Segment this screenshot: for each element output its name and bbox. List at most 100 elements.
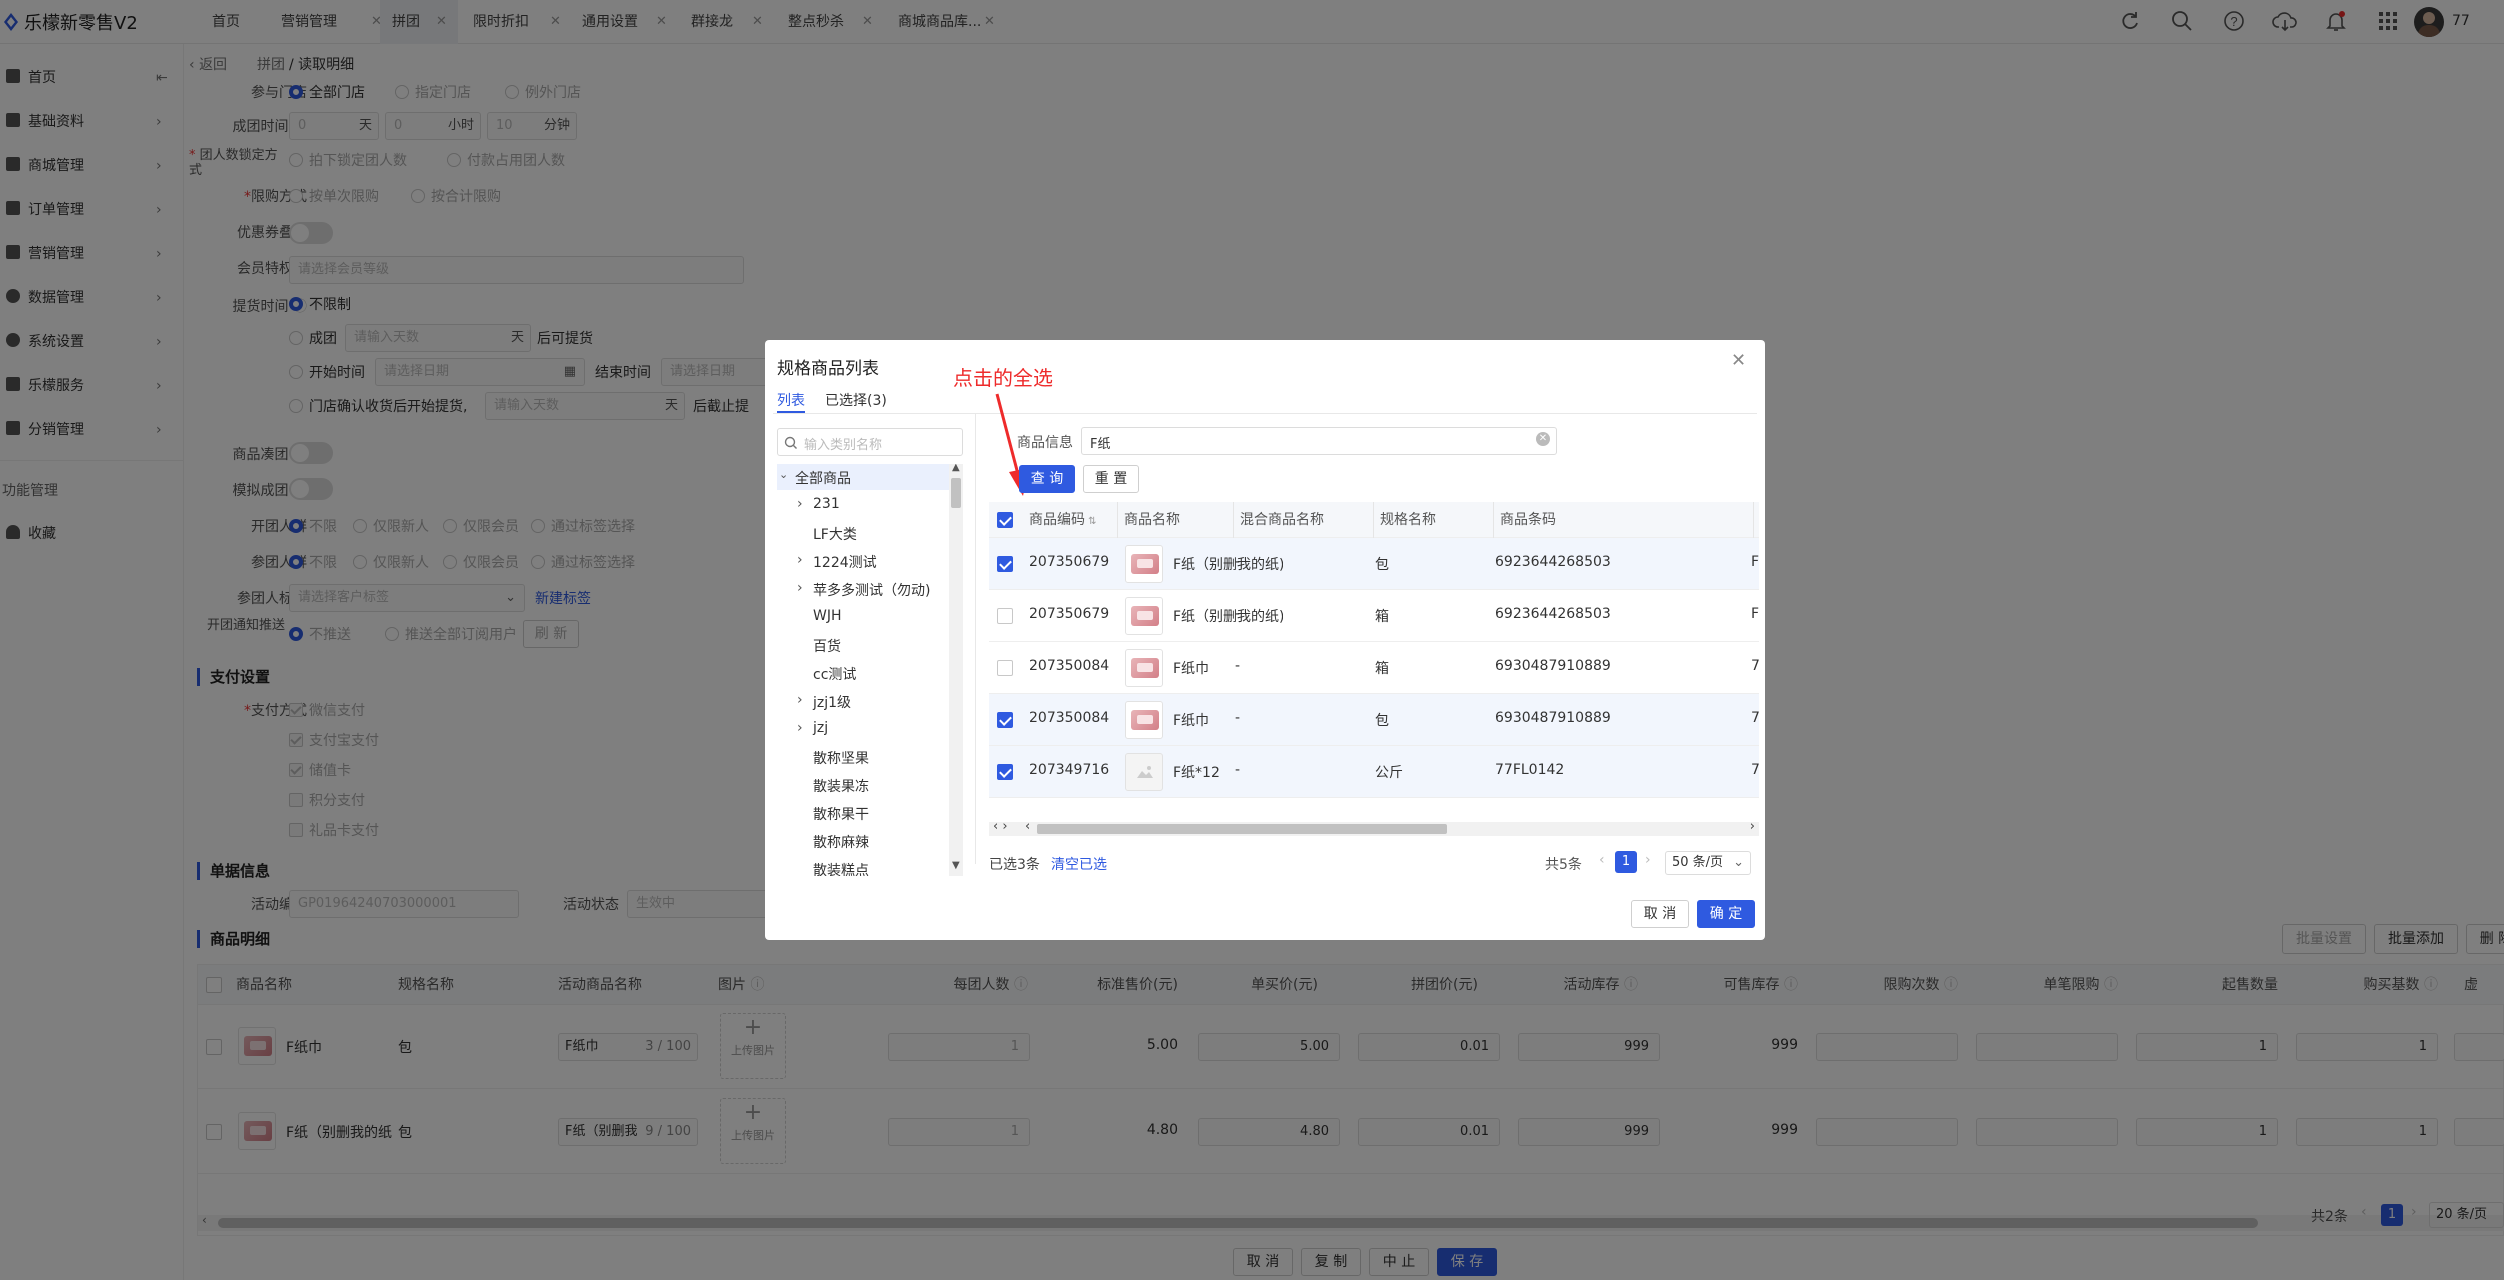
chevron-right-icon[interactable]: › [797, 552, 803, 568]
chevron-down-icon[interactable]: ⌄ [779, 468, 788, 481]
row-checkbox[interactable] [997, 608, 1013, 624]
tree-node[interactable]: 1224测试 [813, 552, 877, 572]
product-name: F纸巾 [1173, 661, 1210, 677]
prev-page-icon[interactable]: ‹ [1599, 852, 1605, 868]
spec-name: 公斤 [1375, 765, 1403, 781]
barcode: 77FL0142 [1495, 762, 1565, 778]
product-name: F纸巾 [1173, 713, 1210, 729]
category-tree: ⌄ 全部商品 › 231 LF大类 › 1224测试 › 苹多多测试（勿动) W… [777, 464, 963, 876]
product-code: 207349716 [1029, 762, 1110, 778]
product-name: F纸（别删我的纸) [1173, 557, 1283, 573]
table-row[interactable]: 207350084 F纸巾 - 箱 6930487910889 7 [989, 642, 1759, 694]
spec-product-dialog: 规格商品列表 ✕ 列表 已选择(3) 点击的全选 输入类别名称 ⌄ 全部商品 ›… [765, 340, 1765, 940]
modal-page-size-select[interactable]: 50 条/页 ⌄ [1665, 851, 1751, 875]
spec-name: 箱 [1375, 609, 1389, 625]
tab-list[interactable]: 列表 [777, 390, 805, 410]
row-checkbox[interactable] [997, 764, 1013, 780]
clear-selected-link[interactable]: 清空已选 [1051, 854, 1107, 874]
mix-name: - [1235, 658, 1241, 674]
table-header: 商品编码 ⇅ 商品名称 混合商品名称 规格名称 商品条码 [989, 502, 1759, 538]
chevron-right-icon[interactable]: › [797, 692, 803, 708]
table-h-scrollbar[interactable]: ‹ › ‹ › [989, 819, 1759, 836]
tree-node[interactable]: 散称坚果 [813, 748, 869, 768]
table-header-cell [1753, 502, 1754, 538]
tree-node[interactable]: 散称果干 [813, 804, 869, 824]
product-code: 207350679 [1029, 554, 1110, 570]
product-thumbnail [1125, 597, 1163, 635]
row-checkbox[interactable] [997, 660, 1013, 676]
row-checkbox[interactable] [997, 712, 1013, 728]
category-search-input[interactable]: 输入类别名称 [777, 428, 963, 456]
annotation-text: 点击的全选 [953, 366, 1053, 390]
tree-node[interactable]: 散装糕点 [813, 860, 869, 876]
product-thumbnail [1125, 701, 1163, 739]
close-icon[interactable]: ✕ [1731, 350, 1746, 371]
dialog-cancel-button[interactable]: 取 消 [1631, 900, 1689, 928]
product-thumbnail [1125, 545, 1163, 583]
extra-cell: F [1751, 606, 1759, 622]
chevron-right-icon[interactable]: › [797, 496, 803, 512]
tree-node[interactable]: 百货 [813, 636, 841, 656]
tab-selected[interactable]: 已选择(3) [825, 390, 887, 410]
barcode: 6923644268503 [1495, 606, 1611, 622]
product-info-input[interactable]: F纸 ✕ [1081, 427, 1557, 455]
product-name: F纸*12 [1173, 765, 1220, 781]
barcode: 6930487910889 [1495, 710, 1611, 726]
table-header-cell[interactable]: 商品编码 ⇅ [1029, 502, 1097, 538]
tree-node[interactable]: cc测试 [813, 664, 856, 684]
table-row[interactable]: 207350679 F纸（别删我的纸) - 包 6923644268503 F [989, 538, 1759, 590]
chevron-right-icon[interactable]: › [797, 580, 803, 596]
table-row[interactable]: 207350679 F纸（别删我的纸) - 箱 6923644268503 F [989, 590, 1759, 642]
mix-name: - [1235, 762, 1241, 778]
barcode: 6923644268503 [1495, 554, 1611, 570]
mix-name: - [1235, 554, 1241, 570]
row-checkbox[interactable] [997, 556, 1013, 572]
tree-scrollbar[interactable]: ▲ ▼ [949, 464, 963, 876]
select-all-checkbox[interactable] [997, 512, 1013, 528]
product-name: F纸（别删我的纸) [1173, 609, 1283, 625]
placeholder-image-icon [1125, 753, 1163, 791]
extra-cell: 7 [1751, 710, 1759, 726]
tree-node[interactable]: jzj1级 [813, 692, 851, 712]
dialog-title: 规格商品列表 [777, 359, 879, 379]
table-header-cell: 规格名称 [1373, 502, 1436, 538]
tree-node[interactable]: 苹多多测试（勿动) [813, 580, 930, 600]
table-row[interactable]: 207350084 F纸巾 - 包 6930487910889 7 [989, 694, 1759, 746]
table-header-cell: 商品条码 [1493, 502, 1556, 538]
chevron-right-icon[interactable]: › [797, 720, 803, 736]
product-code: 207350679 [1029, 606, 1110, 622]
product-info-label: 商品信息 [1017, 435, 1073, 451]
tree-node[interactable]: jzj [813, 720, 828, 736]
product-code: 207350084 [1029, 658, 1110, 674]
barcode: 6930487910889 [1495, 658, 1611, 674]
table-header-cell: 混合商品名称 [1233, 502, 1324, 538]
selected-count: 已选3条 [989, 857, 1040, 873]
table-row[interactable]: 207349716 F纸*12 - 公斤 77FL0142 7 [989, 746, 1759, 798]
product-thumbnail [1125, 649, 1163, 687]
tree-node[interactable]: 散装果冻 [813, 776, 869, 796]
tree-node[interactable]: 散称麻辣 [813, 832, 869, 852]
mix-name: - [1235, 606, 1241, 622]
dialog-ok-button[interactable]: 确 定 [1697, 900, 1755, 928]
next-page-icon[interactable]: › [1645, 852, 1651, 868]
table-header-cell: 商品名称 [1117, 502, 1180, 538]
extra-cell: 7 [1751, 658, 1759, 674]
spec-name: 包 [1375, 713, 1389, 729]
reset-button[interactable]: 重 置 [1083, 465, 1139, 493]
tree-node[interactable]: WJH [813, 608, 842, 624]
search-icon [784, 436, 797, 449]
extra-cell: 7 [1751, 762, 1759, 778]
spec-name: 包 [1375, 557, 1389, 573]
extra-cell: F [1751, 554, 1759, 570]
tree-node[interactable]: 全部商品 [795, 468, 851, 488]
clear-input-icon[interactable]: ✕ [1536, 432, 1550, 446]
mix-name: - [1235, 710, 1241, 726]
chevron-down-icon: ⌄ [1733, 855, 1744, 870]
spec-name: 箱 [1375, 661, 1389, 677]
product-table: 商品编码 ⇅ 商品名称 混合商品名称 规格名称 商品条码 207350679 F… [989, 502, 1759, 802]
modal-page-current[interactable]: 1 [1615, 851, 1637, 873]
tree-node[interactable]: LF大类 [813, 524, 857, 544]
query-button[interactable]: 查 询 [1019, 465, 1075, 493]
modal-total: 共5条 [1545, 857, 1582, 873]
tree-node[interactable]: 231 [813, 496, 840, 512]
